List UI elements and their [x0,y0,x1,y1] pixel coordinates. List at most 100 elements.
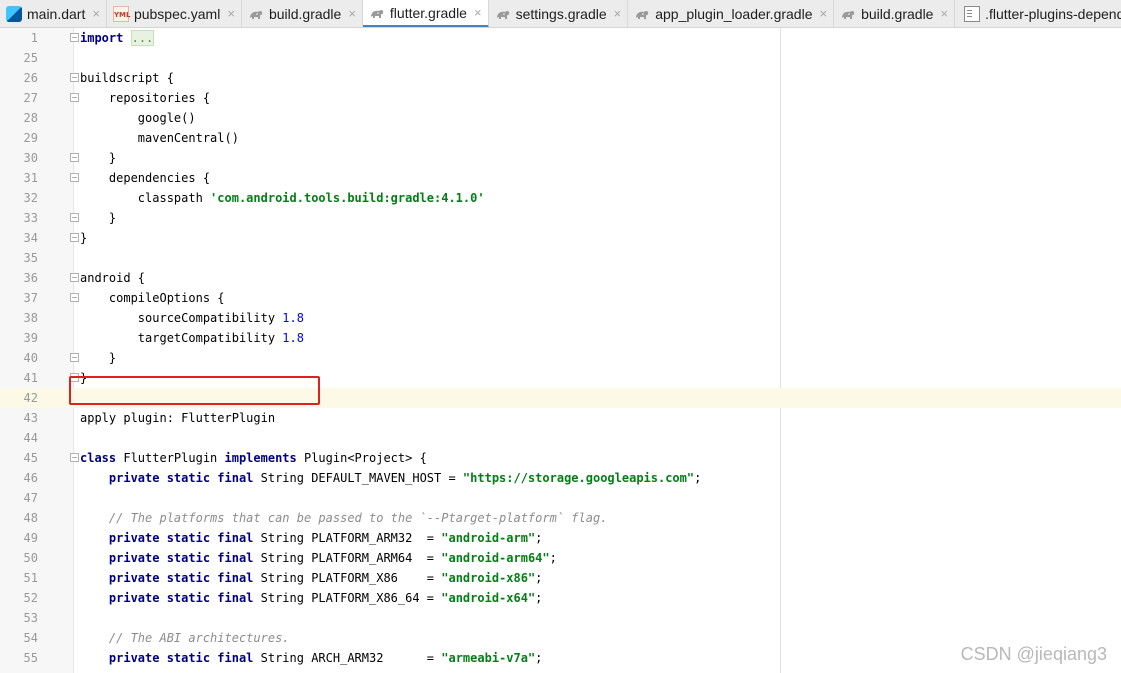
code-line[interactable]: 29 mavenCentral() [0,128,1121,148]
code-line[interactable]: 55 private static final String ARCH_ARM3… [0,648,1121,668]
close-tab-icon[interactable]: × [940,6,948,21]
code-token: Plugin<Project> { [296,451,427,465]
fold-collapse-icon[interactable] [70,273,79,282]
code-line[interactable]: 36 android { [0,268,1121,288]
code-text: repositories { [80,88,210,108]
code-token: // The platforms that can be passed to t… [108,511,608,525]
close-tab-icon[interactable]: × [474,5,482,20]
code-line[interactable]: 35 [0,248,1121,268]
close-tab-icon[interactable]: × [227,6,235,21]
code-token: apply plugin: FlutterPlugin [80,411,276,425]
code-editor[interactable]: 1 import ... 25 26 buildscript {27 repositor… [0,28,1121,673]
close-tab-icon[interactable]: × [614,6,622,21]
code-token: compileOptions { [80,291,225,305]
line-number: 40 [23,351,38,365]
folded-region-placeholder[interactable]: ... [130,30,155,46]
code-text: sourceCompatibility 1.8 [80,308,304,328]
close-tab-icon[interactable]: × [92,6,100,21]
line-number: 52 [23,591,38,605]
tab-main-dart[interactable]: main.dart × [0,0,107,27]
code-line[interactable]: 43 apply plugin: FlutterPlugin [0,408,1121,428]
tab-flutter-gradle[interactable]: flutter.gradle × [362,0,489,27]
fold-collapse-icon[interactable] [70,93,79,102]
code-text: } [80,348,116,368]
code-line[interactable]: 33 } [0,208,1121,228]
tab-build-gradle[interactable]: build.gradle × [834,0,956,27]
code-token: classpath [80,191,211,205]
fold-collapse-icon[interactable] [70,33,79,42]
code-line[interactable]: 44 [0,428,1121,448]
code-line[interactable]: 47 [0,488,1121,508]
line-number: 39 [23,331,38,345]
code-line[interactable]: 27 repositories { [0,88,1121,108]
code-text: android { [80,268,145,288]
code-text: mavenCentral() [80,128,239,148]
code-line[interactable]: 48 // The platforms that can be passed t… [0,508,1121,528]
code-text: // The ABI architectures. [80,628,290,648]
code-line[interactable]: 54 // The ABI architectures. [0,628,1121,648]
code-token: private static final [108,471,254,485]
code-line[interactable]: 37 compileOptions { [0,288,1121,308]
fold-collapse-icon[interactable] [70,73,79,82]
code-line[interactable]: 40 } [0,348,1121,368]
code-text: private static final String PLATFORM_X86… [80,568,543,588]
code-token: 1.8 [282,311,304,325]
code-line[interactable]: 25 [0,48,1121,68]
tab-label: main.dart [27,5,86,22]
code-line[interactable]: 46 private static final String DEFAULT_M… [0,468,1121,488]
code-text: } [80,148,116,168]
code-token: buildscript { [80,71,174,85]
fold-end-icon[interactable] [70,213,79,222]
code-token: } [80,351,117,365]
tab-flutter-plugins-dependencies[interactable]: .flutter-plugins-dependencies [955,0,1121,27]
code-token: String PLATFORM_ARM32 = [253,531,442,545]
code-line[interactable]: 31 dependencies { [0,168,1121,188]
code-text: buildscript { [80,68,174,88]
close-tab-icon[interactable]: × [819,6,827,21]
close-tab-icon[interactable]: × [348,6,356,21]
line-number: 51 [23,571,38,585]
code-token: FlutterPlugin [116,451,225,465]
fold-end-icon[interactable] [70,353,79,362]
code-token: ; [549,551,557,565]
tab-pubspec-yaml[interactable]: YML pubspec.yaml × [107,0,242,27]
fold-end-icon[interactable] [70,153,79,162]
code-token: // The ABI architectures. [108,631,290,645]
tab-app-plugin-loader-gradle[interactable]: app_plugin_loader.gradle × [628,0,835,27]
code-line[interactable]: 49 private static final String PLATFORM_… [0,528,1121,548]
code-token: ; [694,471,702,485]
code-token: ; [535,531,543,545]
code-line[interactable]: 52 private static final String PLATFORM_… [0,588,1121,608]
fold-collapse-icon[interactable] [70,173,79,182]
code-token: } [80,231,88,245]
code-line[interactable]: 53 [0,608,1121,628]
code-token: sourceCompatibility [80,311,283,325]
code-line[interactable]: 50 private static final String PLATFORM_… [0,548,1121,568]
fold-collapse-icon[interactable] [70,453,79,462]
code-text: private static final String DEFAULT_MAVE… [80,468,701,488]
line-number: 32 [23,191,38,205]
tab-build-gradle[interactable]: build.gradle × [242,0,363,27]
code-text: } [80,228,87,248]
code-token: ; [535,591,543,605]
code-line[interactable]: 34} [0,228,1121,248]
code-line[interactable]: 39 targetCompatibility 1.8 [0,328,1121,348]
fold-end-icon[interactable] [70,233,79,242]
code-line[interactable]: 32 classpath 'com.android.tools.build:gr… [0,188,1121,208]
code-line[interactable]: 1 import ... [0,28,1121,48]
code-line[interactable]: 38 sourceCompatibility 1.8 [0,308,1121,328]
code-line[interactable]: 28 google() [0,108,1121,128]
tab-settings-gradle[interactable]: settings.gradle × [489,0,629,27]
code-line[interactable]: 26 buildscript { [0,68,1121,88]
tab-label: flutter.gradle [389,4,467,21]
line-number: 25 [23,51,38,65]
fold-collapse-icon[interactable] [70,293,79,302]
line-number: 38 [23,311,38,325]
code-line[interactable]: 30 } [0,148,1121,168]
line-number: 31 [23,171,38,185]
code-line[interactable]: 51 private static final String PLATFORM_… [0,568,1121,588]
code-token: dependencies { [80,171,211,185]
code-line[interactable]: 45 class FlutterPlugin implements Plugin<… [0,448,1121,468]
